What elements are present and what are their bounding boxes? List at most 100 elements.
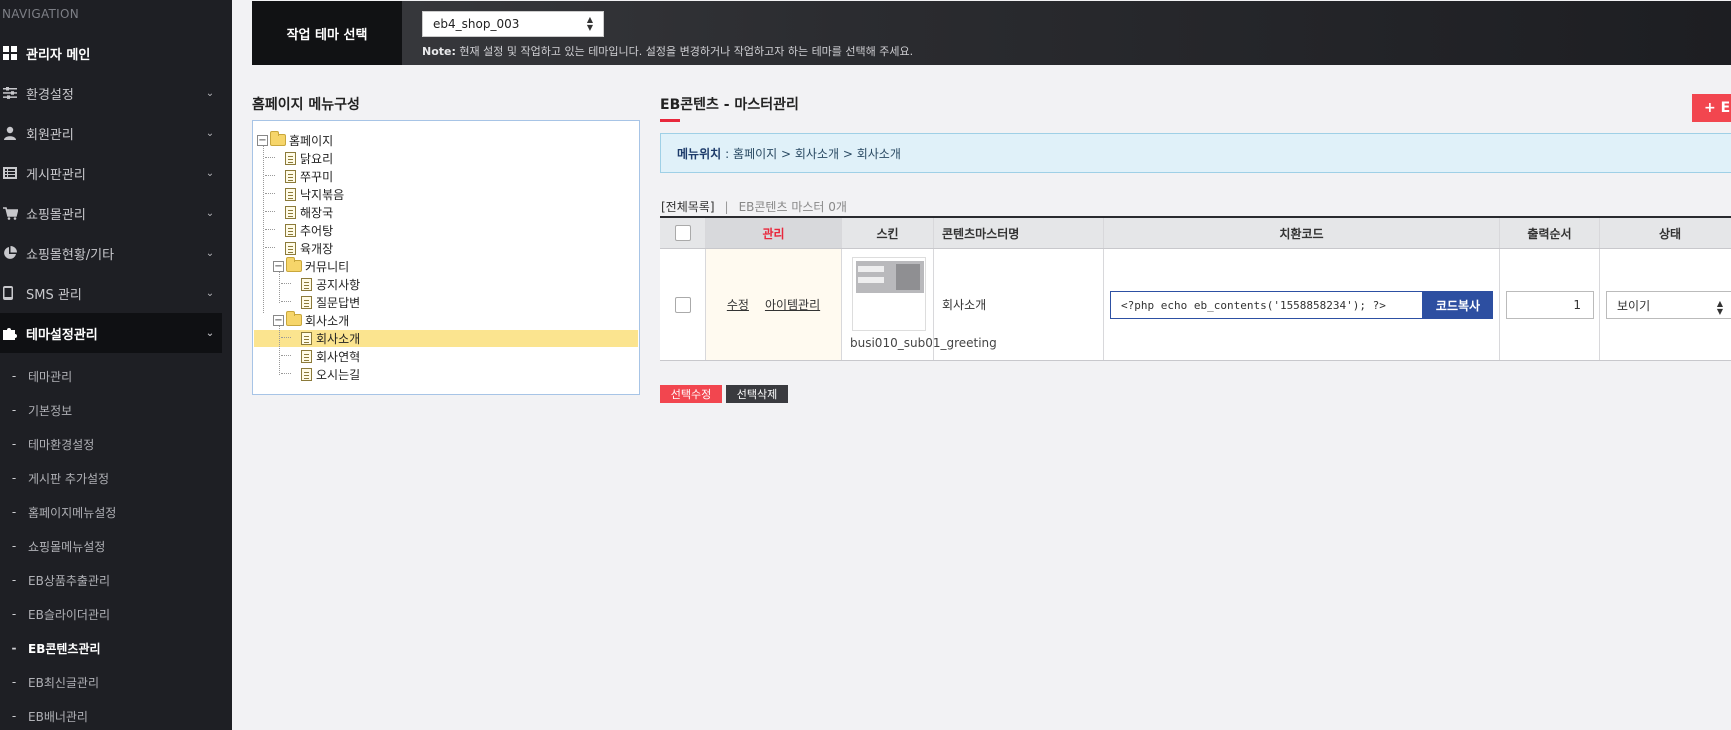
tree-node-community[interactable]: − 커뮤니티: [273, 257, 349, 275]
order-input[interactable]: 1: [1506, 291, 1594, 319]
tree-node[interactable]: 육개장: [285, 239, 333, 257]
row-skin-cell: busi010_sub01_greeting: [842, 249, 997, 360]
sub-item-homepage-menu[interactable]: - 홈페이지메뉴설정: [0, 496, 222, 528]
sidebar-item-theme-settings[interactable]: 테마설정관리 ⌄: [0, 313, 222, 353]
header-order: 출력순서: [1500, 218, 1600, 248]
tree-node[interactable]: 쭈꾸미: [285, 167, 333, 185]
sidebar-item-shop-status[interactable]: 쇼핑몰현황/기타 ⌄: [0, 233, 222, 273]
sub-item-board-extra[interactable]: - 게시판 추가설정: [0, 462, 222, 494]
document-icon: [285, 205, 296, 219]
table-header: 관리 스킨 콘텐츠마스터명 치환코드 출력순서 상태: [660, 216, 1731, 249]
tree-node[interactable]: 공지사항: [301, 275, 360, 293]
sub-item-label: EB콘텐츠관리: [28, 641, 101, 656]
tree-node[interactable]: 낙지볶음: [285, 185, 344, 203]
row-status-cell: 보이기 ▲ ▼: [1600, 249, 1731, 360]
select-all-checkbox[interactable]: [674, 225, 691, 241]
sub-item-eb-product[interactable]: - EB상품추출관리: [0, 564, 222, 596]
sidebar-item-shop[interactable]: 쇼핑몰관리 ⌄: [0, 193, 222, 233]
sub-item-eb-slider[interactable]: - EB슬라이더관리: [0, 598, 222, 630]
cart-icon: [0, 206, 26, 220]
sub-item-label: 테마관리: [28, 369, 73, 384]
select-arrows-icon: ▲ ▼: [1716, 299, 1723, 316]
folder-open-icon: [286, 311, 302, 326]
sub-item-label: 기본정보: [28, 403, 73, 418]
list-tabs: [전체목록] | EB콘텐츠 마스터 0개: [661, 200, 847, 214]
tree-node[interactable]: 오시는길: [301, 365, 360, 383]
add-master-button[interactable]: + E: [1692, 94, 1731, 122]
replace-code-field[interactable]: <?php echo eb_contents('1558858234'); ?>: [1110, 291, 1423, 319]
breadcrumb: 메뉴위치 : 홈페이지 > 회사소개 > 회사소개: [660, 133, 1731, 173]
select-arrows-icon: ▲ ▼: [586, 15, 593, 32]
sidebar-item-label: 쇼핑몰관리: [26, 207, 86, 223]
edit-link[interactable]: 수정: [727, 296, 749, 313]
copy-code-button[interactable]: 코드복사: [1423, 291, 1493, 319]
tree-node-company[interactable]: − 회사소개: [273, 311, 349, 329]
theme-bar-label: 작업 테마 선택: [252, 1, 402, 65]
chevron-down-icon: ⌄: [205, 207, 215, 219]
tree-node[interactable]: 추어탕: [285, 221, 333, 239]
sidebar-item-label: SMS 관리: [26, 287, 82, 303]
sidebar-item-admin-main[interactable]: 관리자 메인: [0, 33, 222, 73]
sidebar-item-sms[interactable]: SMS 관리 ⌄: [0, 273, 222, 313]
chevron-down-icon: ⌄: [205, 167, 215, 179]
grid-icon: [0, 46, 26, 60]
document-icon: [285, 187, 296, 201]
edit-selected-button[interactable]: 선택수정: [660, 385, 722, 403]
document-icon: [285, 169, 296, 183]
header-status: 상태: [1658, 226, 1682, 241]
table-row: 수정 아이템관리 busi010_sub01_greeting 회사소개 <?p…: [660, 249, 1731, 361]
row-order-cell: 1: [1500, 249, 1600, 360]
user-icon: [0, 126, 26, 140]
collapse-icon[interactable]: −: [273, 314, 284, 326]
tree-node[interactable]: 해장국: [285, 203, 333, 221]
header-master-name: 콘텐츠마스터명: [934, 218, 1104, 248]
sub-item-basic-info[interactable]: - 기본정보: [0, 394, 222, 426]
status-select-value: 보이기: [1617, 298, 1651, 313]
sub-item-theme-env[interactable]: - 테마환경설정: [0, 428, 222, 460]
theme-note: Note: 현재 설정 및 작업하고 있는 테마입니다. 설정을 변경하거나 작…: [422, 45, 914, 58]
sub-item-eb-contents[interactable]: - EB콘텐츠관리: [0, 632, 222, 664]
folder-open-icon: [270, 131, 286, 146]
tree-node-selected[interactable]: 회사소개: [301, 329, 360, 347]
delete-selected-button[interactable]: 선택삭제: [726, 385, 788, 403]
sub-item-eb-latest[interactable]: - EB최신글관리: [0, 666, 222, 698]
skin-thumbnail: [852, 257, 926, 331]
collapse-icon[interactable]: −: [257, 134, 268, 146]
chevron-down-icon: ⌄: [205, 247, 215, 259]
row-checkbox[interactable]: [674, 296, 691, 313]
sub-item-shop-menu[interactable]: - 쇼핑몰메뉴설정: [0, 530, 222, 562]
sidebar-item-members[interactable]: 회원관리 ⌄: [0, 113, 222, 153]
row-select-cell: [660, 249, 706, 360]
tab-all[interactable]: [전체목록]: [661, 200, 715, 214]
header-manage: 관리: [706, 218, 842, 248]
tree-panel-title: 홈페이지 메뉴구성: [252, 97, 360, 113]
chevron-down-icon: ⌄: [205, 127, 215, 139]
header-code: 치환코드: [1104, 218, 1500, 248]
collapse-icon[interactable]: −: [273, 260, 284, 272]
header-skin: 스킨: [842, 218, 934, 248]
sidebar-item-label: 회원관리: [26, 127, 74, 143]
chevron-down-icon: ⌄: [205, 287, 215, 299]
tree-node-root[interactable]: − 홈페이지: [257, 131, 333, 149]
tree-node[interactable]: 닭요리: [285, 149, 333, 167]
row-name-cell: 회사소개: [934, 249, 1104, 360]
chevron-down-icon: ⌄: [205, 327, 215, 339]
sub-item-theme-manage[interactable]: - 테마관리: [0, 360, 222, 392]
theme-select[interactable]: eb4_shop_003 ▲ ▼: [422, 11, 604, 37]
status-select[interactable]: 보이기 ▲ ▼: [1606, 291, 1731, 319]
sub-item-label: EB최신글관리: [28, 675, 100, 690]
sub-item-eb-banner[interactable]: - EB배너관리: [0, 700, 222, 730]
tree-node[interactable]: 회사연혁: [301, 347, 360, 365]
sub-item-label: 쇼핑몰메뉴설정: [28, 539, 106, 554]
document-icon: [301, 349, 312, 363]
breadcrumb-path: : 홈페이지 > 회사소개 > 회사소개: [725, 146, 901, 161]
sub-item-label: 테마환경설정: [28, 437, 95, 452]
row-code-cell: <?php echo eb_contents('1558858234'); ?>…: [1104, 249, 1500, 360]
sidebar-item-settings[interactable]: 환경설정 ⌄: [0, 73, 222, 113]
menu-tree: − 홈페이지 닭요리 쭈꾸미 낙지볶음 해장국 추어탕 육개장 − 커뮤니티 공…: [252, 120, 640, 395]
sliders-icon: [0, 87, 26, 99]
tree-node[interactable]: 질문답변: [301, 293, 360, 311]
sidebar-item-boards[interactable]: 게시판관리 ⌄: [0, 153, 222, 193]
header-select-all: [660, 218, 706, 248]
item-manage-link[interactable]: 아이템관리: [765, 296, 820, 313]
